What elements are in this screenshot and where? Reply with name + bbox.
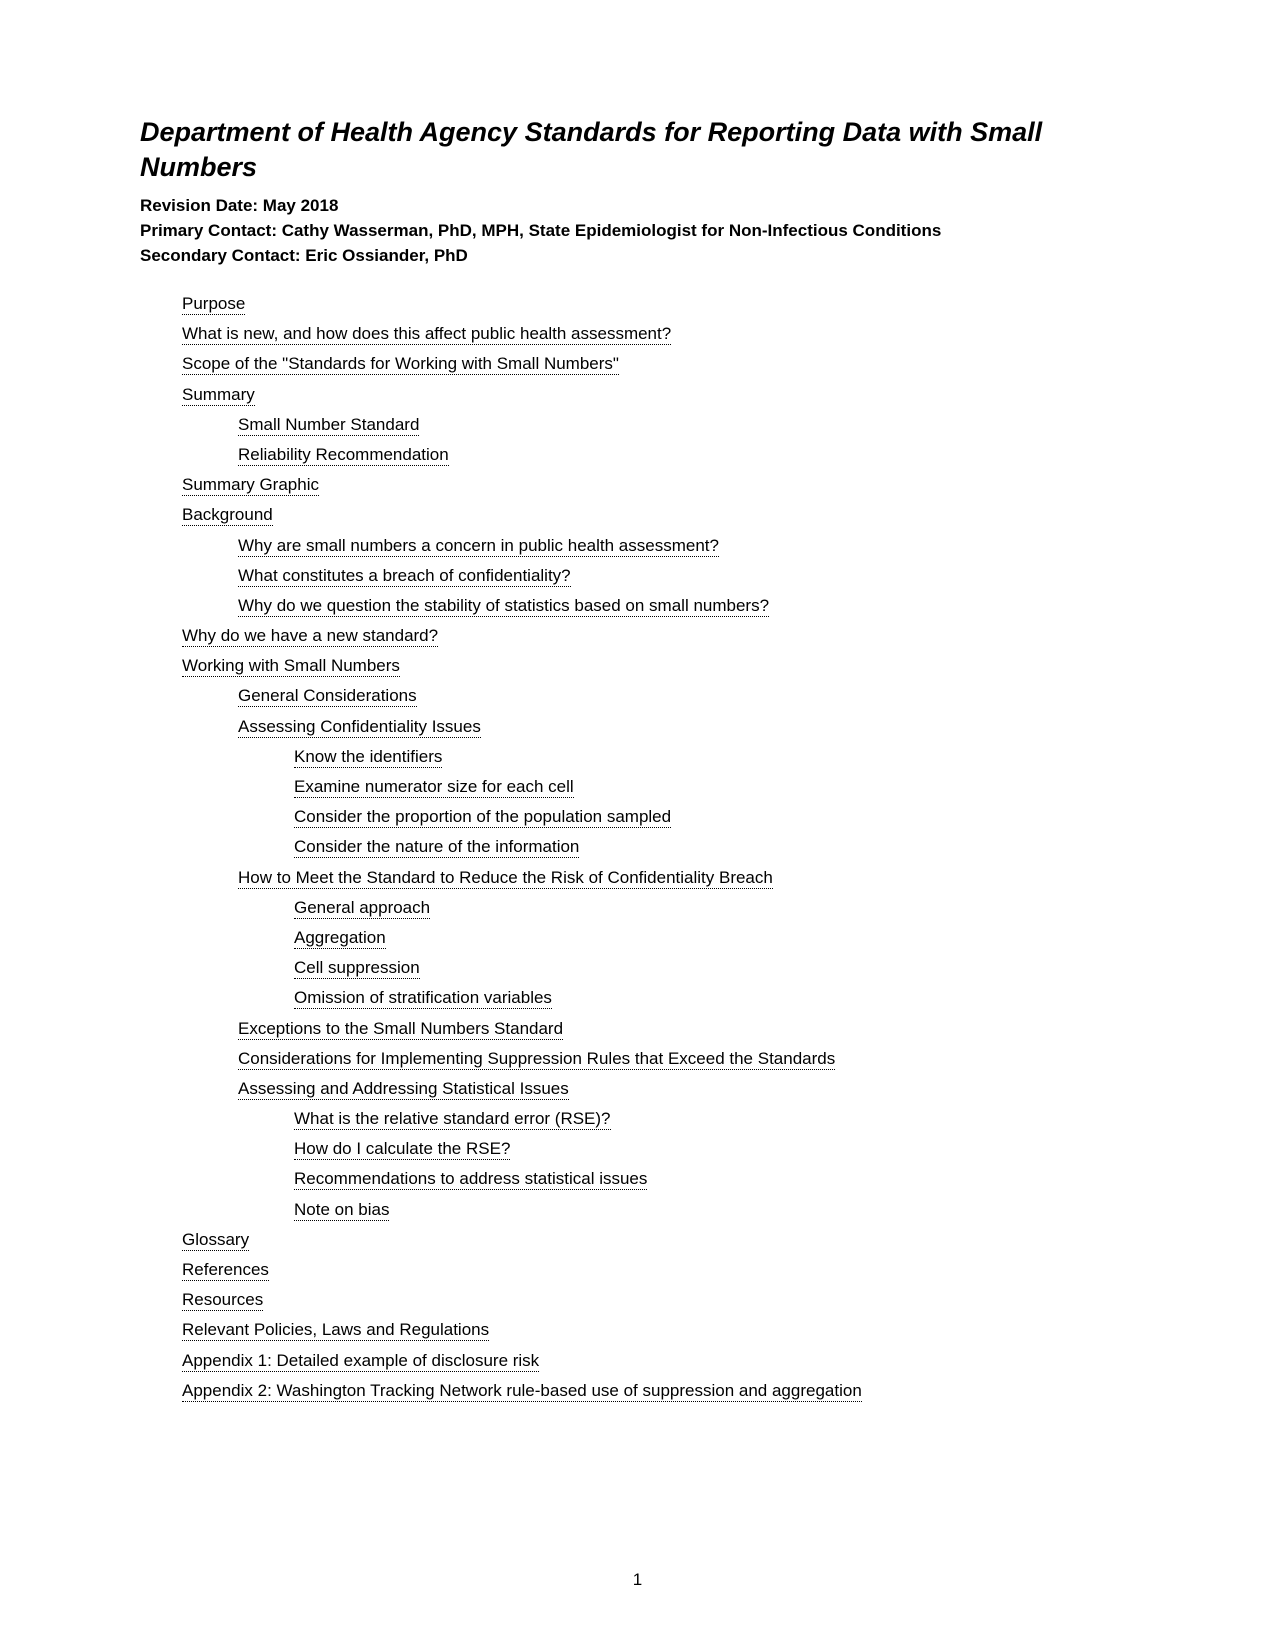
toc-link[interactable]: Why do we question the stability of stat… xyxy=(238,596,769,617)
toc-item: Why do we question the stability of stat… xyxy=(238,592,1135,619)
page-number: 1 xyxy=(0,1570,1275,1590)
toc-item: Note on bias xyxy=(294,1196,1135,1223)
toc-item: How to Meet the Standard to Reduce the R… xyxy=(238,864,1135,891)
toc-link[interactable]: Exceptions to the Small Numbers Standard xyxy=(238,1019,563,1040)
toc-link[interactable]: Cell suppression xyxy=(294,958,420,979)
toc-link[interactable]: Recommendations to address statistical i… xyxy=(294,1169,647,1190)
toc-link[interactable]: Why do we have a new standard? xyxy=(182,626,438,647)
toc-item: Summary xyxy=(182,381,1135,408)
toc-link[interactable]: What is the relative standard error (RSE… xyxy=(294,1109,611,1130)
toc-item: Working with Small Numbers xyxy=(182,652,1135,679)
toc-link[interactable]: Purpose xyxy=(182,294,245,315)
toc-item: Resources xyxy=(182,1286,1135,1313)
toc-item: Relevant Policies, Laws and Regulations xyxy=(182,1316,1135,1343)
toc-link[interactable]: Reliability Recommendation xyxy=(238,445,449,466)
toc-link[interactable]: Examine numerator size for each cell xyxy=(294,777,574,798)
toc-item: Consider the nature of the information xyxy=(294,833,1135,860)
document-page: Department of Health Agency Standards fo… xyxy=(0,0,1275,1404)
toc-link[interactable]: Note on bias xyxy=(294,1200,389,1221)
toc-item: Considerations for Implementing Suppress… xyxy=(238,1045,1135,1072)
toc-link[interactable]: Small Number Standard xyxy=(238,415,419,436)
toc-link[interactable]: Aggregation xyxy=(294,928,386,949)
toc-item: Appendix 2: Washington Tracking Network … xyxy=(182,1377,1135,1404)
toc-link[interactable]: How do I calculate the RSE? xyxy=(294,1139,510,1160)
toc-item: Omission of stratification variables xyxy=(294,984,1135,1011)
toc-link[interactable]: Glossary xyxy=(182,1230,249,1251)
toc-item: Exceptions to the Small Numbers Standard xyxy=(238,1015,1135,1042)
toc-link[interactable]: General approach xyxy=(294,898,430,919)
toc-item: Scope of the "Standards for Working with… xyxy=(182,350,1135,377)
toc-link[interactable]: Background xyxy=(182,505,273,526)
toc-item: What is new, and how does this affect pu… xyxy=(182,320,1135,347)
toc-link[interactable]: Scope of the "Standards for Working with… xyxy=(182,354,619,375)
toc-link[interactable]: Consider the nature of the information xyxy=(294,837,579,858)
toc-link[interactable]: References xyxy=(182,1260,269,1281)
toc-link[interactable]: Consider the proportion of the populatio… xyxy=(294,807,671,828)
toc-item: Recommendations to address statistical i… xyxy=(294,1165,1135,1192)
secondary-contact: Secondary Contact: Eric Ossiander, PhD xyxy=(140,245,1135,268)
table-of-contents: Purpose What is new, and how does this af… xyxy=(140,290,1135,1404)
revision-date: Revision Date: May 2018 xyxy=(140,195,1135,218)
toc-link[interactable]: Summary Graphic xyxy=(182,475,319,496)
toc-link[interactable]: Resources xyxy=(182,1290,263,1311)
primary-contact: Primary Contact: Cathy Wasserman, PhD, M… xyxy=(140,220,1135,243)
toc-link[interactable]: Considerations for Implementing Suppress… xyxy=(238,1049,835,1070)
toc-link[interactable]: General Considerations xyxy=(238,686,417,707)
toc-item: General approach xyxy=(294,894,1135,921)
toc-item: Examine numerator size for each cell xyxy=(294,773,1135,800)
toc-item: Background xyxy=(182,501,1135,528)
toc-link[interactable]: Relevant Policies, Laws and Regulations xyxy=(182,1320,489,1341)
toc-link[interactable]: Summary xyxy=(182,385,255,406)
toc-item: What constitutes a breach of confidentia… xyxy=(238,562,1135,589)
page-title: Department of Health Agency Standards fo… xyxy=(140,115,1135,185)
toc-link[interactable]: Assessing and Addressing Statistical Iss… xyxy=(238,1079,569,1100)
toc-item: Reliability Recommendation xyxy=(238,441,1135,468)
toc-item: Why are small numbers a concern in publi… xyxy=(238,532,1135,559)
toc-link[interactable]: Omission of stratification variables xyxy=(294,988,552,1009)
toc-item: References xyxy=(182,1256,1135,1283)
toc-item: Know the identifiers xyxy=(294,743,1135,770)
toc-link[interactable]: Appendix 1: Detailed example of disclosu… xyxy=(182,1351,539,1372)
toc-item: How do I calculate the RSE? xyxy=(294,1135,1135,1162)
toc-link[interactable]: What constitutes a breach of confidentia… xyxy=(238,566,571,587)
toc-link[interactable]: Working with Small Numbers xyxy=(182,656,400,677)
toc-item: Aggregation xyxy=(294,924,1135,951)
toc-item: What is the relative standard error (RSE… xyxy=(294,1105,1135,1132)
toc-item: Assessing and Addressing Statistical Iss… xyxy=(238,1075,1135,1102)
toc-link[interactable]: Assessing Confidentiality Issues xyxy=(238,717,481,738)
toc-item: Appendix 1: Detailed example of disclosu… xyxy=(182,1347,1135,1374)
toc-item: Glossary xyxy=(182,1226,1135,1253)
toc-link[interactable]: How to Meet the Standard to Reduce the R… xyxy=(238,868,773,889)
toc-item: General Considerations xyxy=(238,682,1135,709)
toc-item: Consider the proportion of the populatio… xyxy=(294,803,1135,830)
toc-link[interactable]: Why are small numbers a concern in publi… xyxy=(238,536,719,557)
toc-item: Small Number Standard xyxy=(238,411,1135,438)
toc-item: Cell suppression xyxy=(294,954,1135,981)
toc-link[interactable]: What is new, and how does this affect pu… xyxy=(182,324,671,345)
toc-link[interactable]: Know the identifiers xyxy=(294,747,442,768)
toc-link[interactable]: Appendix 2: Washington Tracking Network … xyxy=(182,1381,862,1402)
toc-item: Assessing Confidentiality Issues xyxy=(238,713,1135,740)
toc-item: Summary Graphic xyxy=(182,471,1135,498)
toc-item: Why do we have a new standard? xyxy=(182,622,1135,649)
toc-item: Purpose xyxy=(182,290,1135,317)
